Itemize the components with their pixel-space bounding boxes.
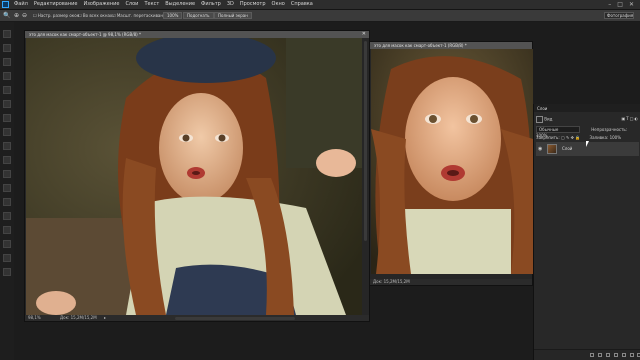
document-status-bar: Док: 15,2М/15,2М <box>370 279 532 285</box>
hand-tool-icon[interactable] <box>3 254 11 262</box>
horizontal-scrollbar[interactable] <box>175 317 295 320</box>
all-windows-label: Во всех окнах <box>82 13 113 18</box>
menu-item-edit[interactable]: Редактирование <box>34 0 78 9</box>
layer-thumbnail <box>547 144 557 154</box>
document-canvas[interactable] <box>371 49 533 274</box>
status-arrow-icon[interactable]: ▸ <box>104 315 106 320</box>
menu-item-view[interactable]: Просмотр <box>240 0 266 9</box>
document-title: это для масок как смарт-объект-1 (RGB/8)… <box>374 43 467 48</box>
link-layers-icon[interactable] <box>590 353 594 357</box>
document-title: это для масок как смарт-объект-1 @ 98,1%… <box>29 32 141 37</box>
adjustment-layer-icon[interactable] <box>614 353 618 357</box>
pen-tool-icon[interactable] <box>3 198 11 206</box>
menu-item-window[interactable]: Окно <box>272 0 285 9</box>
menu-item-help[interactable]: Справка <box>291 0 313 9</box>
tools-panel <box>0 22 14 360</box>
fill-input[interactable]: 100% <box>610 135 621 140</box>
lock-row: Закрепить: ▢ ✎ ✥ 🔒 Заливка: 100% <box>536 135 639 140</box>
gradient-tool-icon[interactable] <box>3 170 11 178</box>
zoom-100-button[interactable]: 100% <box>163 12 183 19</box>
zoom-tool-icon[interactable]: 🔍 <box>3 10 10 21</box>
dodge-tool-icon[interactable] <box>3 184 11 192</box>
type-tool-icon[interactable] <box>3 212 11 220</box>
close-document-icon[interactable]: ✕ <box>362 31 366 38</box>
add-mask-icon[interactable] <box>606 353 610 357</box>
magic-wand-tool-icon[interactable] <box>3 72 11 80</box>
document-title-bar[interactable]: это для масок как смарт-объект-1 (RGB/8)… <box>370 42 532 49</box>
menu-item-type[interactable]: Текст <box>144 0 159 9</box>
close-button[interactable]: ✕ <box>629 0 634 9</box>
kind-filter-select[interactable]: Вид <box>544 117 552 122</box>
new-layer-icon[interactable] <box>630 353 634 357</box>
document-title-bar[interactable]: это для масок как смарт-объект-1 @ 98,1%… <box>25 31 369 38</box>
menu-item-file[interactable]: Файл <box>14 0 28 9</box>
layers-panel-footer <box>534 349 640 360</box>
resize-windows-checkbox[interactable]: ☐ Настр. размер окон <box>33 10 79 21</box>
lasso-tool-icon[interactable] <box>3 58 11 66</box>
mouse-cursor-icon <box>586 141 589 147</box>
new-group-icon[interactable] <box>622 353 626 357</box>
zoom-in-icon[interactable]: ⊕ <box>14 10 19 21</box>
filter-icons[interactable]: ▣T□◐ <box>622 116 640 121</box>
crop-tool-icon[interactable] <box>3 86 11 94</box>
blend-mode-select[interactable]: Обычные <box>536 126 580 133</box>
portrait-photo-closeup <box>371 49 533 274</box>
menu-item-image[interactable]: Изображение <box>83 0 119 9</box>
layer-style-icon[interactable] <box>598 353 602 357</box>
panel-tab-bar: Слои <box>534 104 640 112</box>
document-window-left[interactable]: это для масок как смарт-объект-1 @ 98,1%… <box>24 30 370 322</box>
photoshop-logo-icon <box>2 1 9 8</box>
resize-windows-label: Настр. размер окон <box>37 13 80 18</box>
eyedropper-tool-icon[interactable] <box>3 100 11 108</box>
menu-item-3d[interactable]: 3D <box>227 0 234 9</box>
layers-tab[interactable]: Слои <box>537 106 547 111</box>
portrait-photo <box>26 38 362 315</box>
zoom-level[interactable]: 98,1% <box>28 315 41 320</box>
search-icon <box>536 116 543 123</box>
healing-brush-tool-icon[interactable] <box>3 114 11 122</box>
menu-bar: Файл Редактирование Изображение Слои Тек… <box>0 0 640 10</box>
opacity-label: Непрозрачность: <box>591 127 628 132</box>
filter-row: Вид ▣T□◐ <box>536 116 639 123</box>
fill-label: Заливка: <box>589 135 609 140</box>
menu-item-filter[interactable]: Фильтр <box>201 0 221 9</box>
path-selection-tool-icon[interactable] <box>3 226 11 234</box>
shape-tool-icon[interactable] <box>3 240 11 248</box>
document-size-info: Док: 15,2М/15,2М <box>60 315 97 320</box>
marquee-tool-icon[interactable] <box>3 44 11 52</box>
maximize-button[interactable]: □ <box>617 0 623 9</box>
fill-screen-button[interactable]: Полный экран <box>214 12 252 19</box>
lock-label: Закрепить: <box>536 135 560 140</box>
all-windows-checkbox[interactable]: ☐ Во всех окнах <box>78 10 112 21</box>
brush-tool-icon[interactable] <box>3 128 11 136</box>
zoom-tool-sidebar-icon[interactable] <box>3 268 11 276</box>
document-window-right[interactable]: это для масок как смарт-объект-1 (RGB/8)… <box>369 41 533 286</box>
move-tool-icon[interactable] <box>3 30 11 38</box>
vertical-scrollbar[interactable] <box>364 41 367 241</box>
visibility-eye-icon[interactable]: ◉ <box>538 146 544 152</box>
zoom-out-icon[interactable]: ⊖ <box>22 10 27 21</box>
menu-item-select[interactable]: Выделение <box>165 0 195 9</box>
minimize-button[interactable]: – <box>608 0 611 9</box>
eraser-tool-icon[interactable] <box>3 156 11 164</box>
fit-screen-button[interactable]: Подогнать <box>183 12 214 19</box>
menu-item-layers[interactable]: Слои <box>125 0 138 9</box>
clone-stamp-tool-icon[interactable] <box>3 142 11 150</box>
document-canvas[interactable] <box>26 38 362 315</box>
window-controls: – □ ✕ <box>608 0 634 9</box>
document-size-info: Док: 15,2М/15,2М <box>373 279 410 284</box>
main-menu: Файл Редактирование Изображение Слои Тек… <box>14 0 313 9</box>
options-bar: 🔍 ⊕ ⊖ ☐ Настр. размер окон ☐ Во всех окн… <box>0 10 640 22</box>
lock-icons[interactable]: ▢ ✎ ✥ 🔒 <box>561 135 580 140</box>
workspace-select[interactable]: Фотография <box>604 12 634 19</box>
layer-name[interactable]: Слой <box>562 146 572 151</box>
